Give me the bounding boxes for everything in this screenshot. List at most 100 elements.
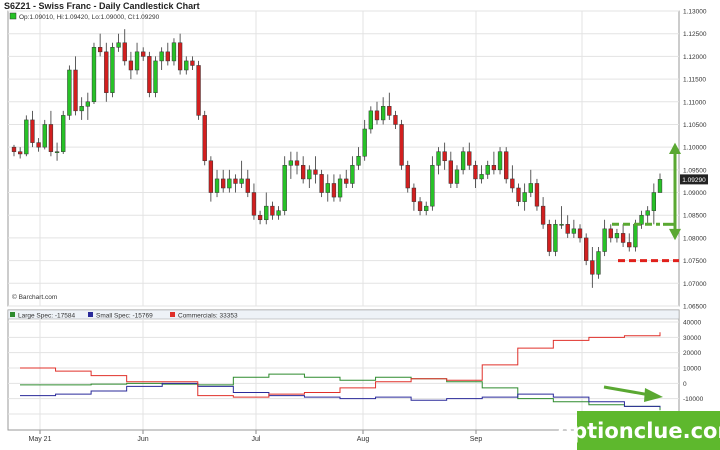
candle xyxy=(467,151,472,166)
cot-legend-label: Commercials: 33353 xyxy=(178,313,238,320)
candle xyxy=(387,106,392,116)
candle xyxy=(251,192,257,216)
candle xyxy=(510,178,515,189)
candle xyxy=(657,179,663,193)
candle xyxy=(380,106,386,121)
candle xyxy=(24,119,29,155)
candle xyxy=(177,42,183,71)
x-axis-tick-label: May 21 xyxy=(29,436,52,443)
candle xyxy=(79,106,84,112)
last-price-label: 1.09290 xyxy=(682,177,706,184)
candle xyxy=(85,101,90,107)
candle xyxy=(36,142,41,148)
candle xyxy=(294,160,300,166)
candle xyxy=(553,224,558,252)
candle xyxy=(48,124,54,152)
price-axis-tick-label: 1.07000 xyxy=(683,281,707,288)
candle xyxy=(30,119,35,143)
price-panel xyxy=(7,10,680,307)
candle xyxy=(596,251,601,275)
candle xyxy=(104,51,109,93)
candle xyxy=(245,178,250,193)
candle xyxy=(184,60,189,71)
candle xyxy=(61,115,66,152)
candle xyxy=(424,205,429,211)
price-axis-tick-label: 1.09000 xyxy=(683,190,707,197)
candle xyxy=(141,51,146,57)
candle xyxy=(110,47,115,93)
candle xyxy=(528,183,533,193)
candle xyxy=(590,260,595,275)
price-axis-tick-label: 1.08000 xyxy=(683,235,707,242)
candle xyxy=(196,65,201,116)
candle xyxy=(97,47,103,53)
candle xyxy=(651,192,657,211)
candle xyxy=(485,165,490,175)
candle xyxy=(534,183,540,207)
candle xyxy=(350,165,355,184)
price-axis-tick-label: 1.12000 xyxy=(683,54,707,61)
cot-axis-tick-label: 10000 xyxy=(683,366,701,373)
candle xyxy=(282,165,287,211)
candle xyxy=(356,155,361,166)
candle xyxy=(399,124,404,166)
candle xyxy=(337,178,343,198)
candle xyxy=(257,214,263,221)
chart-svg: 1.06500 1.07000 1.07500 1.08000 1.08500 1.090… xyxy=(7,9,708,443)
candle xyxy=(522,192,527,202)
x-axis-tick-label: Sep xyxy=(470,436,483,443)
brand-badge: optionclue.com xyxy=(558,411,720,450)
candle xyxy=(565,224,570,234)
x-axis-tick-label: Jun xyxy=(137,436,148,443)
x-axis-tick-label: Aug xyxy=(357,436,370,443)
candle xyxy=(362,128,367,157)
candle xyxy=(454,169,460,184)
candle xyxy=(417,201,423,211)
credit-label: © Barchart.com xyxy=(12,293,57,301)
candle xyxy=(319,174,324,193)
candle xyxy=(473,165,478,180)
cot-axis-tick-label: 40000 xyxy=(683,320,701,327)
candle xyxy=(233,178,238,184)
candle xyxy=(516,187,521,202)
cot-axis-tick-label: 20000 xyxy=(683,350,701,357)
candle xyxy=(214,178,220,193)
candle xyxy=(91,47,97,103)
candle xyxy=(171,42,177,62)
candle xyxy=(159,51,164,62)
candle xyxy=(571,228,577,234)
cot-legend-swatch xyxy=(170,312,175,317)
candle xyxy=(73,69,78,112)
price-axis-tick-label: 1.06500 xyxy=(683,304,707,311)
candle xyxy=(411,187,417,202)
cot-axis-tick-label: 0 xyxy=(683,381,687,388)
candle xyxy=(442,151,447,162)
candle xyxy=(288,160,294,166)
price-axis-tick-label: 1.11500 xyxy=(683,77,706,84)
x-axis-tick-label: Jul xyxy=(252,436,261,443)
candle xyxy=(147,56,152,93)
candle xyxy=(313,169,318,175)
candle xyxy=(368,110,373,130)
candle xyxy=(633,224,638,248)
price-axis-tick-label: 1.07500 xyxy=(683,258,707,265)
candle xyxy=(190,60,195,66)
cot-axis-tick-label: -10000 xyxy=(683,396,704,403)
candle xyxy=(491,165,497,171)
price-axis-tick-label: 1.10500 xyxy=(683,122,707,129)
cot-legend-label: Large Spec: -17584 xyxy=(18,313,75,320)
price-axis-tick-label: 1.13000 xyxy=(683,9,707,16)
candle xyxy=(374,110,380,121)
candle xyxy=(448,160,453,184)
cot-legend-label: Small Spec: -15769 xyxy=(96,313,153,320)
candle xyxy=(405,165,410,189)
candle xyxy=(614,233,620,239)
price-axis-tick-label: 1.12500 xyxy=(683,31,707,38)
candle xyxy=(208,160,214,193)
ohlc-legend-swatch xyxy=(9,12,17,20)
price-axis-tick-label: 1.08500 xyxy=(683,213,707,220)
candle xyxy=(239,178,244,184)
candle xyxy=(307,169,312,180)
candle xyxy=(270,205,275,216)
candle xyxy=(165,51,170,62)
